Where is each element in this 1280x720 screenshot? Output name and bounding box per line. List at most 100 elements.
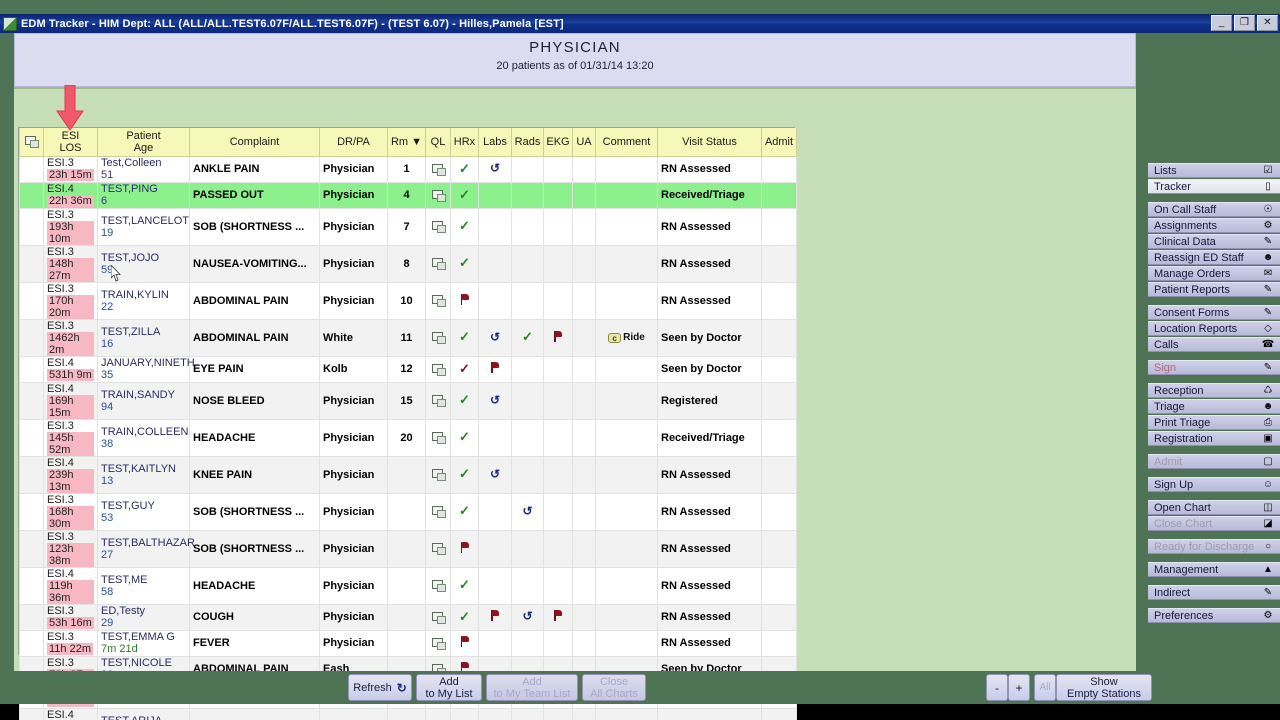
recycle-icon[interactable]: ↺ xyxy=(490,330,500,344)
row-labs-cell[interactable] xyxy=(478,418,512,457)
row-admit-cell[interactable] xyxy=(761,155,797,183)
row-admit-cell[interactable] xyxy=(761,492,797,531)
sidebar-item-registration[interactable]: Registration ▣ xyxy=(1148,431,1280,446)
row-ua-cell[interactable] xyxy=(572,181,596,209)
column-header-labs[interactable]: Labs xyxy=(478,128,512,157)
row-labs-cell[interactable] xyxy=(478,566,512,605)
row-ua-cell[interactable] xyxy=(572,381,596,420)
column-header-hrx[interactable]: HRx xyxy=(450,128,479,157)
chart-icon[interactable] xyxy=(431,543,446,556)
row-ua-cell[interactable] xyxy=(572,492,596,531)
column-header-ql[interactable]: QL xyxy=(425,128,451,157)
row-ua-cell[interactable] xyxy=(572,318,596,357)
row-comment-cell[interactable] xyxy=(595,207,658,246)
row-ekg-cell[interactable] xyxy=(543,181,573,209)
sidebar-item-reception[interactable]: Reception ♺ xyxy=(1148,383,1280,398)
check-green-icon[interactable]: ✓ xyxy=(459,466,470,481)
column-header-rads[interactable]: Rads xyxy=(511,128,544,157)
chart-icon[interactable] xyxy=(431,332,446,345)
flag-red-icon[interactable] xyxy=(490,610,500,621)
row-admit-cell[interactable] xyxy=(761,529,797,568)
row-labs-cell[interactable]: ↺ xyxy=(478,455,512,494)
table-row[interactable]: ESI.4 239h 13m TEST,KAITLYN 13 KNEE PAIN Phys… xyxy=(19,455,797,494)
row-ekg-cell[interactable] xyxy=(543,566,573,605)
sidebar-item-manage-orders[interactable]: Manage Orders ✉ xyxy=(1148,266,1280,281)
check-green-icon[interactable]: ✓ xyxy=(459,255,470,270)
row-hrx-cell[interactable] xyxy=(450,281,479,320)
row-labs-cell[interactable] xyxy=(478,355,512,383)
row-rads-cell[interactable]: ↺ xyxy=(511,492,544,531)
row-ql-cell[interactable] xyxy=(425,629,451,657)
flag-red-icon[interactable] xyxy=(460,293,470,305)
row-ql-cell[interactable] xyxy=(425,355,451,383)
table-row[interactable]: ESI.3 1462h 2m TEST,ZILLA 16 ABDOMINAL PAIN W… xyxy=(19,318,797,357)
row-ql-cell[interactable] xyxy=(425,455,451,494)
row-hrx-cell[interactable]: ✓ xyxy=(450,244,479,283)
row-ua-cell[interactable] xyxy=(572,629,596,657)
row-hrx-cell[interactable]: ✓ xyxy=(450,207,479,246)
row-rads-cell[interactable] xyxy=(511,355,544,383)
row-admit-cell[interactable] xyxy=(761,381,797,420)
sidebar-item-sign-up[interactable]: Sign Up ☺ xyxy=(1148,477,1280,492)
sidebar-item-preferences[interactable]: Preferences ⚙ xyxy=(1148,608,1280,623)
table-row[interactable]: ESI.3 170h 20m TRAIN,KYLIN 22 ABDOMINAL PAIN… xyxy=(19,281,797,320)
sidebar-item-management[interactable]: Management ▲ xyxy=(1148,562,1280,577)
close-button[interactable]: ✕ xyxy=(1257,15,1278,31)
row-ekg-cell[interactable] xyxy=(543,603,573,631)
row-hrx-cell[interactable]: ✓ xyxy=(450,707,479,720)
row-ql-cell[interactable] xyxy=(425,207,451,246)
check-green-icon[interactable]: ✓ xyxy=(522,329,533,344)
row-ekg-cell[interactable] xyxy=(543,629,573,657)
sidebar-item-assignments[interactable]: Assignments ⚙ xyxy=(1148,218,1280,233)
row-ql-cell[interactable] xyxy=(425,244,451,283)
row-comment-cell[interactable] xyxy=(595,492,658,531)
sidebar-item-calls[interactable]: Calls ☎ xyxy=(1148,337,1280,352)
chart-icon[interactable] xyxy=(431,163,446,176)
check-green-icon[interactable]: ✓ xyxy=(459,218,470,233)
recycle-icon[interactable]: ↺ xyxy=(522,504,532,518)
table-row[interactable]: ESI.3 53h 16m ED,Testy 29 COUGH Physician ✓ ↺ RN… xyxy=(19,603,797,631)
sidebar-item-sign[interactable]: Sign ✎ xyxy=(1148,360,1280,375)
check-green-icon[interactable]: ✓ xyxy=(459,429,470,444)
row-labs-cell[interactable] xyxy=(478,181,512,209)
row-chart-cell[interactable] xyxy=(19,207,44,246)
check-green-icon[interactable]: ✓ xyxy=(459,503,470,518)
chart-icon[interactable] xyxy=(431,506,446,519)
row-hrx-cell[interactable]: ✓ xyxy=(450,418,479,457)
row-chart-cell[interactable] xyxy=(19,529,44,568)
row-rads-cell[interactable] xyxy=(511,181,544,209)
flag-red-icon[interactable] xyxy=(553,610,563,621)
row-comment-cell[interactable] xyxy=(595,381,658,420)
row-ql-cell[interactable] xyxy=(425,418,451,457)
row-rads-cell[interactable] xyxy=(511,418,544,457)
add-to-my-list-button[interactable]: Add to My List xyxy=(416,674,482,701)
sidebar-item-reassign-ed-staff[interactable]: Reassign ED Staff ☻ xyxy=(1148,250,1280,265)
row-chart-cell[interactable] xyxy=(19,418,44,457)
row-labs-cell[interactable] xyxy=(478,629,512,657)
row-ql-cell[interactable] xyxy=(425,492,451,531)
row-hrx-cell[interactable]: ✓ xyxy=(450,355,479,383)
row-comment-cell[interactable] xyxy=(595,281,658,320)
table-row[interactable]: ESI.3 148h 27m TEST,JOJO 59 NAUSEA-VOMITING.… xyxy=(19,244,797,283)
row-chart-cell[interactable] xyxy=(19,381,44,420)
sidebar-item-consent-forms[interactable]: Consent Forms ✎ xyxy=(1148,305,1280,320)
row-rads-cell[interactable] xyxy=(511,244,544,283)
row-admit-cell[interactable] xyxy=(761,181,797,209)
zoom-out-button[interactable]: - xyxy=(986,674,1008,701)
row-hrx-cell[interactable]: ✓ xyxy=(450,181,479,209)
column-header-ua[interactable]: UA xyxy=(572,128,596,157)
column-header-chart[interactable] xyxy=(19,128,44,157)
row-rads-cell[interactable] xyxy=(511,566,544,605)
check-green-icon[interactable]: ✓ xyxy=(459,609,470,624)
show-empty-stations-button[interactable]: Show Empty Stations xyxy=(1056,674,1152,701)
table-row[interactable]: ESI.3 123h 38m TEST,BALTHAZAR 27 SOB (SHORTN… xyxy=(19,529,797,568)
row-labs-cell[interactable]: ↺ xyxy=(478,155,512,183)
row-chart-cell[interactable] xyxy=(19,181,44,209)
row-hrx-cell[interactable]: ✓ xyxy=(450,155,479,183)
row-labs-cell[interactable] xyxy=(478,207,512,246)
row-hrx-cell[interactable]: ✓ xyxy=(450,492,479,531)
row-hrx-cell[interactable]: ✓ xyxy=(450,455,479,494)
table-row[interactable]: ESI.3 145h 52m TRAIN,COLLEEN 38 HEADACHE Phys… xyxy=(19,418,797,457)
check-green-icon[interactable]: ✓ xyxy=(459,329,470,344)
flag-red-icon[interactable] xyxy=(460,636,470,647)
